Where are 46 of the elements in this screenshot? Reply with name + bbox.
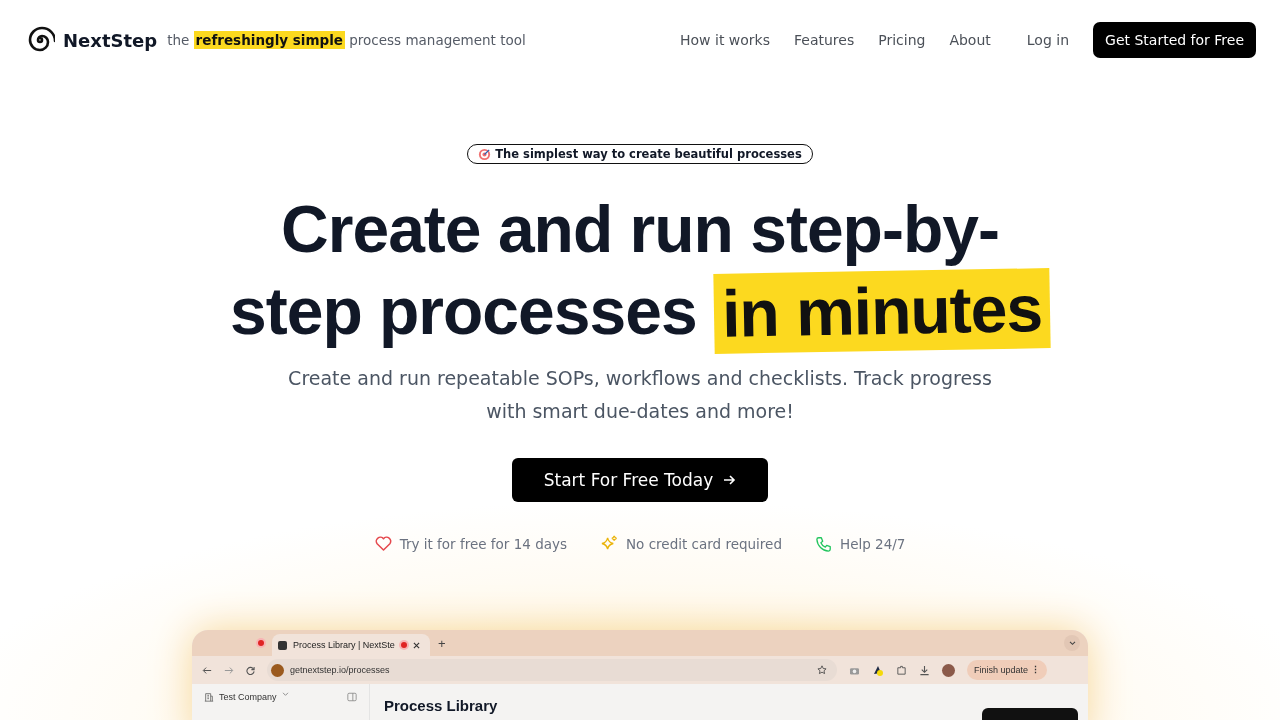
reload-icon[interactable] [246, 665, 255, 675]
sparkle-icon [601, 535, 618, 552]
browser-tab[interactable]: Process Library | NextSte [272, 634, 430, 656]
phone-icon [816, 535, 832, 552]
page-title: Process Library [384, 697, 498, 714]
subtitle: Create and run repeatable SOPs, workflows and checklists. Track progress with smart due-dates and more! [287, 366, 993, 424]
sidebar-toggle-icon[interactable] [347, 692, 357, 702]
address-bar[interactable]: getnextstep.io/processes [267, 659, 837, 681]
chevron-down-icon [1068, 640, 1076, 646]
badge-text: The simplest way to create beautiful processes [495, 147, 802, 161]
start-free-button[interactable]: Start For Free Today [512, 458, 768, 502]
star-icon[interactable] [817, 665, 827, 675]
headline: Create and run step-by-step processes in minutes [225, 188, 1055, 352]
avatar[interactable] [942, 663, 955, 677]
target-icon [478, 147, 492, 161]
brand-name[interactable]: NextStep [63, 29, 158, 51]
record-icon [400, 642, 407, 648]
heart-icon [374, 536, 392, 551]
tab-menu-button[interactable] [1064, 635, 1080, 651]
camera-icon[interactable] [849, 665, 860, 675]
extension-icon[interactable] [872, 664, 884, 676]
download-icon[interactable] [919, 664, 930, 676]
favicon-icon [278, 640, 287, 650]
feature-text: No credit card required [626, 535, 782, 552]
feature-text: Help 24/7 [840, 535, 906, 552]
nav-link[interactable]: Features [794, 32, 855, 48]
forward-icon[interactable] [224, 665, 234, 675]
url-text: getnextstep.io/processes [290, 665, 390, 675]
chevron-down-icon[interactable] [281, 692, 289, 697]
back-icon[interactable] [202, 665, 212, 675]
feature-text: Try it for free for 14 days [399, 535, 567, 552]
finish-update-button[interactable]: Finish update ⋮ [967, 660, 1047, 680]
site-icon [271, 663, 284, 677]
workspace-name[interactable]: Test Company [219, 692, 277, 702]
building-icon [204, 692, 214, 702]
tagline: the refreshingly simple process management tool [167, 32, 526, 48]
nav-link[interactable]: About [949, 32, 991, 48]
new-tab-button[interactable]: + [437, 635, 446, 651]
nav-link[interactable]: Pricing [878, 32, 926, 48]
arrow-right-icon [722, 473, 737, 487]
get-started-button[interactable]: Get Started for Free [1093, 22, 1256, 58]
nav-link[interactable]: How it works [680, 32, 770, 48]
login-link[interactable]: Log in [1026, 32, 1070, 48]
record-icon [258, 640, 264, 646]
close-icon[interactable] [412, 641, 420, 649]
tab-title: Process Library | NextSte [293, 640, 395, 650]
